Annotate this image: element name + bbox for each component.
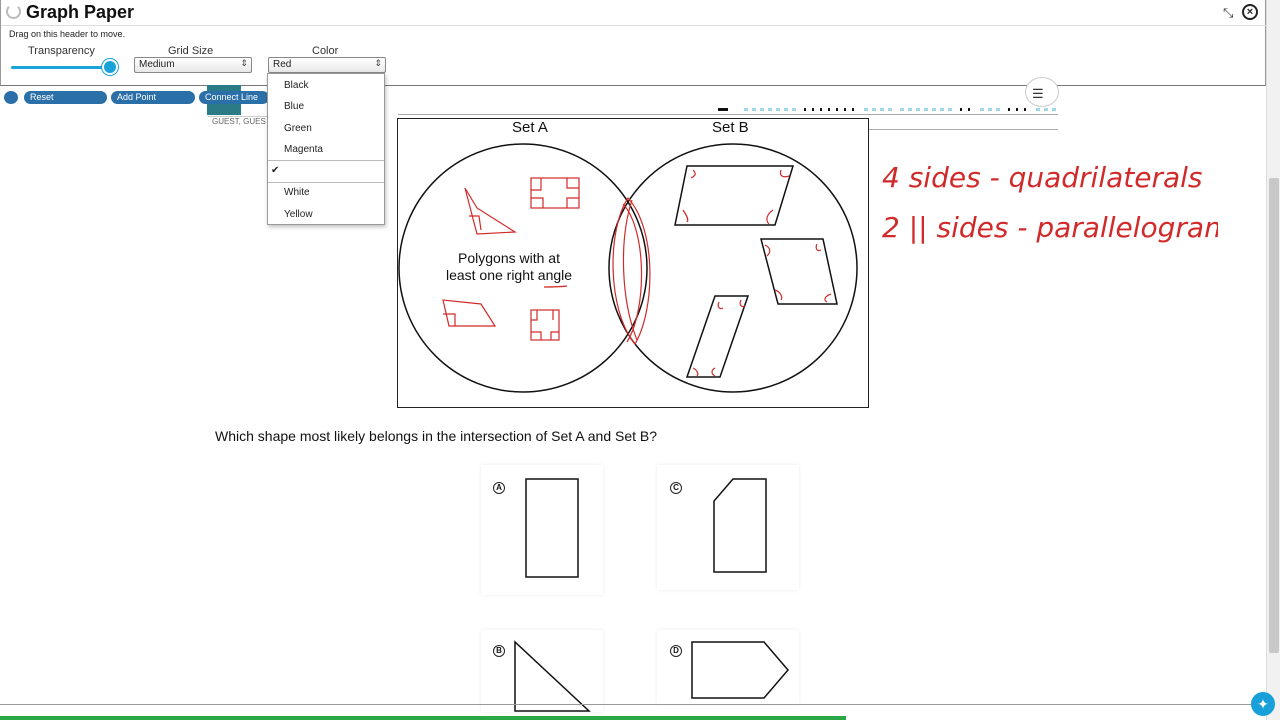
expand-icon[interactable]: ✦ [1251, 692, 1275, 716]
toolbar-menu-button[interactable] [4, 91, 18, 104]
grid-size-select[interactable]: Medium ⇕ [134, 57, 252, 73]
check-icon: ✔ [271, 165, 280, 176]
transparency-label: Transparency [28, 45, 95, 57]
color-option-magenta[interactable]: Magenta [268, 139, 384, 160]
color-dropdown-menu: Black Blue Green Magenta ✔ White Yellow [267, 73, 385, 225]
panel-title: Graph Paper [26, 2, 135, 22]
option-b-card[interactable]: B [481, 630, 603, 712]
graph-paper-panel[interactable]: Graph Paper ⤡ × Drag on this header to m… [0, 0, 1267, 86]
color-option-selected[interactable]: ✔ [268, 160, 384, 183]
item-menu-button[interactable]: ☰ [1025, 77, 1059, 107]
page-scrollbar[interactable] [1266, 0, 1280, 720]
reset-button[interactable]: Reset [24, 91, 107, 104]
scrollbar-thumb[interactable] [1269, 178, 1279, 653]
option-b-shape [514, 640, 591, 712]
color-option-white[interactable]: White [268, 182, 384, 203]
question-text: Which shape most likely belongs in the i… [215, 428, 658, 444]
option-c-shape [713, 478, 767, 573]
graph-paper-titlebar[interactable]: Graph Paper ⤡ × [1, 0, 1267, 26]
color-select[interactable]: Red ⇕ [268, 57, 386, 73]
menu-icon: ☰ [1032, 86, 1044, 101]
color-value: Red [273, 59, 292, 70]
item-progress-dots [718, 108, 1056, 111]
grid-size-value: Medium [139, 59, 175, 70]
drag-hint: Drag on this header to move. [9, 29, 126, 39]
add-point-button[interactable]: Add Point [111, 91, 195, 104]
transparency-slider-thumb[interactable] [102, 59, 118, 75]
guest-label: GUEST, GUES [208, 116, 268, 130]
grid-size-label: Grid Size [168, 45, 214, 57]
progress-bar [0, 716, 846, 720]
svg-text:2 || sides - parallelograms: 2 || sides - parallelograms [882, 211, 1218, 244]
color-option-black[interactable]: Black [268, 75, 384, 96]
option-a-card[interactable]: A [481, 465, 603, 595]
option-d-shape [691, 641, 789, 699]
option-a-shape [525, 478, 579, 578]
ink-annotations [442, 169, 832, 377]
color-option-green[interactable]: Green [268, 118, 384, 139]
bottom-divider [0, 704, 1266, 705]
loading-icon [6, 4, 21, 19]
option-d-card[interactable]: D [657, 630, 799, 704]
color-label: Color [312, 45, 339, 57]
connect-line-button[interactable]: Connect Line [199, 91, 269, 104]
option-c-card[interactable]: C [657, 465, 799, 590]
handwriting-notes: 4 sides - quadrilaterals 2 || sides - pa… [882, 161, 1218, 244]
collapse-icon[interactable]: ⤡ [1223, 5, 1239, 21]
color-option-yellow[interactable]: Yellow [268, 204, 384, 225]
svg-text:4 sides - quadrilaterals: 4 sides - quadrilaterals [882, 161, 1203, 194]
transparency-slider[interactable] [11, 66, 111, 69]
color-option-blue[interactable]: Blue [268, 96, 384, 117]
select-arrow-icon: ⇕ [374, 58, 382, 68]
screen: Graph Paper ⤡ × Drag on this header to m… [0, 0, 1280, 720]
close-icon[interactable]: × [1242, 4, 1258, 20]
select-arrow-icon: ⇕ [240, 58, 248, 68]
